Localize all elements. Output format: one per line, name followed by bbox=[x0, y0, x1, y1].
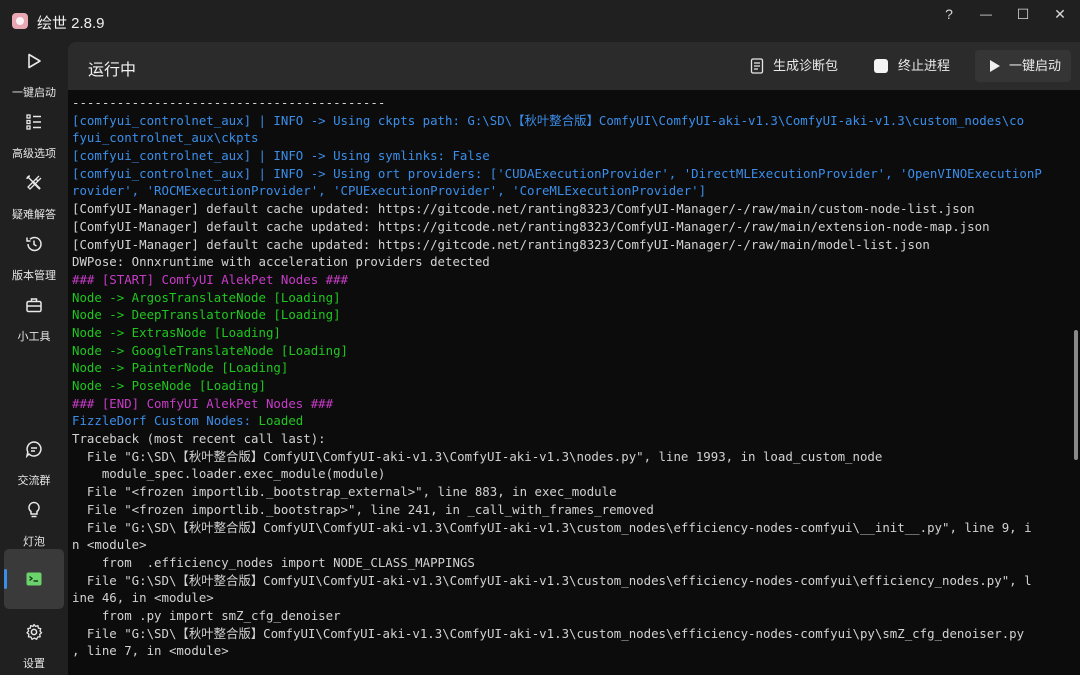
console-scroll-thumb[interactable] bbox=[1074, 330, 1078, 460]
main-panel: 运行中 生成诊断包 终止进程 一键启动 --------------------… bbox=[68, 42, 1080, 675]
app-logo-icon bbox=[12, 13, 28, 29]
console-line: [comfyui_controlnet_aux] | INFO -> Using… bbox=[72, 148, 490, 164]
minimize-button[interactable]: — bbox=[968, 0, 1004, 28]
console-scrollbar[interactable] bbox=[1072, 90, 1080, 675]
chat-icon bbox=[25, 441, 42, 458]
history-icon bbox=[26, 236, 42, 252]
help-button[interactable]: ? bbox=[931, 0, 967, 28]
console-line: FizzleDorf Custom Nodes: Loaded bbox=[72, 412, 1072, 430]
sidebar-item-label: 疑难解答 bbox=[12, 209, 56, 221]
list-options-icon bbox=[26, 114, 41, 130]
console-line: [comfyui_controlnet_aux] | INFO -> Using… bbox=[72, 165, 1042, 181]
diagnostic-package-button[interactable]: 生成诊断包 bbox=[742, 50, 846, 82]
console-line: fyui_controlnet_aux\ckpts bbox=[72, 130, 259, 146]
console-line: Traceback (most recent call last): bbox=[72, 431, 326, 447]
sidebar-item-label: 高级选项 bbox=[12, 148, 56, 160]
console-line: from .efficiency_nodes import NODE_CLASS… bbox=[72, 554, 475, 570]
console-line: [ComfyUI-Manager] default cache updated:… bbox=[72, 218, 990, 234]
console-line: Node -> PainterNode [Loading] bbox=[72, 360, 289, 376]
sidebar: 一键启动 高级选项 疑难解答 版本管理 小工具 交流群 灯泡 设置 bbox=[0, 42, 68, 675]
sidebar-item-versions[interactable]: 版本管理 bbox=[4, 227, 64, 287]
console-line: , line 7, in <module> bbox=[72, 643, 229, 659]
terminate-process-label: 终止进程 bbox=[898, 58, 951, 73]
console-line: File "G:\SD\【秋叶整合版】ComfyUI\ComfyUI-aki-v… bbox=[72, 448, 883, 464]
console-line: rovider', 'ROCMExecutionProvider', 'CPUE… bbox=[72, 183, 707, 199]
sidebar-item-settings[interactable]: 设置 bbox=[4, 615, 64, 675]
sidebar-item-label: 灯泡 bbox=[23, 536, 45, 548]
console-line: module_spec.loader.exec_module(module) bbox=[72, 466, 386, 482]
page-title: 运行中 bbox=[88, 62, 137, 79]
console-line: Node -> ArgosTranslateNode [Loading] bbox=[72, 289, 341, 305]
console-line: n <module> bbox=[72, 537, 147, 553]
console-line: File "<frozen importlib._bootstrap_exter… bbox=[72, 484, 617, 500]
console-line: [ComfyUI-Manager] default cache updated:… bbox=[72, 201, 975, 217]
sidebar-item-troubleshoot[interactable]: 疑难解答 bbox=[4, 166, 64, 226]
console-line: from .py import smZ_cfg_denoiser bbox=[72, 607, 341, 623]
play-icon bbox=[28, 53, 41, 69]
console-line-text: FizzleDorf Custom Nodes: bbox=[72, 413, 259, 429]
diagnostic-package-label: 生成诊断包 bbox=[773, 58, 839, 73]
console-line: File "G:\SD\【秋叶整合版】ComfyUI\ComfyUI-aki-v… bbox=[72, 572, 1032, 588]
console-output[interactable]: ----------------------------------------… bbox=[68, 90, 1072, 675]
console-line: File "G:\SD\【秋叶整合版】ComfyUI\ComfyUI-aki-v… bbox=[72, 519, 1032, 535]
title-bar: 绘世 2.8.9 ? — ☐ ✕ bbox=[0, 0, 1080, 42]
close-button[interactable]: ✕ bbox=[1042, 0, 1078, 28]
console-line: ### [START] ComfyUI AlekPet Nodes ### bbox=[72, 271, 349, 287]
launch-button[interactable]: 一键启动 bbox=[975, 50, 1071, 82]
console-line: File "G:\SD\【秋叶整合版】ComfyUI\ComfyUI-aki-v… bbox=[72, 625, 1025, 641]
console-line: File "<frozen importlib._bootstrap>", li… bbox=[72, 501, 654, 517]
sidebar-item-community[interactable]: 交流群 bbox=[4, 432, 64, 492]
gear-icon bbox=[26, 623, 43, 640]
sidebar-item-label: 版本管理 bbox=[12, 270, 56, 282]
terminate-checkbox[interactable] bbox=[874, 59, 888, 73]
lightbulb-icon bbox=[28, 501, 40, 518]
launch-button-label: 一键启动 bbox=[1009, 58, 1062, 73]
sidebar-item-label: 一键启动 bbox=[12, 87, 56, 99]
console-line: Node -> GoogleTranslateNode [Loading] bbox=[72, 342, 349, 358]
tools-icon bbox=[26, 175, 42, 190]
console-line: Node -> ExtrasNode [Loading] bbox=[72, 324, 281, 340]
document-icon bbox=[750, 58, 764, 74]
sidebar-item-label: 小工具 bbox=[17, 331, 51, 343]
sidebar-item-label: 设置 bbox=[23, 658, 45, 670]
sidebar-item-advanced[interactable]: 高级选项 bbox=[4, 105, 64, 165]
sidebar-item-tools[interactable]: 小工具 bbox=[4, 288, 64, 348]
console-line: ### [END] ComfyUI AlekPet Nodes ### bbox=[72, 395, 334, 411]
console-line: [comfyui_controlnet_aux] | INFO -> Using… bbox=[72, 112, 1025, 128]
console-icon bbox=[26, 572, 42, 586]
terminate-process-toggle[interactable]: 终止进程 bbox=[866, 50, 962, 82]
maximize-button[interactable]: ☐ bbox=[1005, 0, 1041, 28]
sidebar-item-launch[interactable]: 一键启动 bbox=[4, 44, 64, 104]
header-bar: 运行中 生成诊断包 终止进程 一键启动 bbox=[68, 42, 1080, 90]
sidebar-item-label: 交流群 bbox=[17, 475, 51, 487]
sidebar-item-console[interactable] bbox=[4, 549, 64, 609]
play-icon bbox=[990, 60, 1000, 72]
console-line: ine 46, in <module> bbox=[72, 590, 214, 606]
toolbox-icon bbox=[26, 298, 42, 313]
console-line: ----------------------------------------… bbox=[72, 95, 386, 110]
console-line: Node -> PoseNode [Loading] bbox=[72, 378, 266, 393]
sidebar-item-lightbulb[interactable]: 灯泡 bbox=[4, 493, 64, 553]
console-line: Node -> DeepTranslatorNode [Loading] bbox=[72, 307, 341, 323]
console-line-status: Loaded bbox=[258, 413, 304, 429]
console-line: [ComfyUI-Manager] default cache updated:… bbox=[72, 236, 930, 252]
app-title: 绘世 2.8.9 bbox=[37, 15, 105, 32]
console-line: DWPose: Onnxruntime with acceleration pr… bbox=[72, 254, 490, 270]
